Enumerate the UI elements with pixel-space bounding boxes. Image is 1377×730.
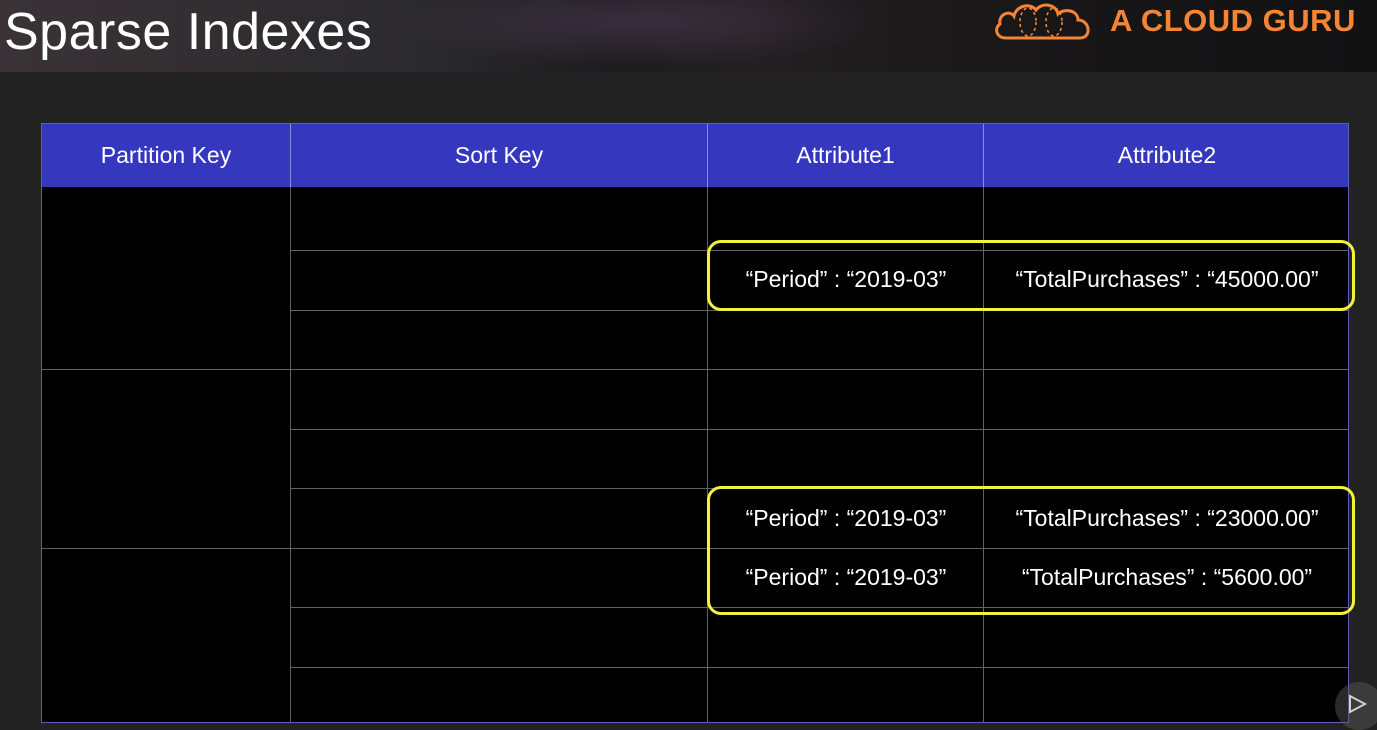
brand-logo: A CLOUD GURU xyxy=(992,0,1356,42)
sparse-item-highlight xyxy=(707,486,1355,615)
play-icon[interactable] xyxy=(1335,682,1377,730)
row-divider xyxy=(291,429,1348,430)
header-attribute2: Attribute2 xyxy=(984,124,1348,187)
banner-background-image xyxy=(380,0,900,72)
slide-title: Sparse Indexes xyxy=(4,3,373,61)
cloud-logo-icon xyxy=(995,3,1090,40)
play-triangle-icon xyxy=(1349,694,1368,714)
header-partition-key: Partition Key xyxy=(42,124,291,187)
row-divider xyxy=(291,667,1348,668)
brand-name: A CLOUD GURU xyxy=(1110,3,1356,38)
header-sort-key: Sort Key xyxy=(291,124,708,187)
sparse-index-table: Partition Key Sort Key Attribute1 Attrib… xyxy=(41,123,1349,723)
column-divider xyxy=(290,187,291,722)
partition-divider xyxy=(42,369,1348,370)
sparse-item-highlight xyxy=(707,240,1355,311)
header-attribute1: Attribute1 xyxy=(708,124,984,187)
